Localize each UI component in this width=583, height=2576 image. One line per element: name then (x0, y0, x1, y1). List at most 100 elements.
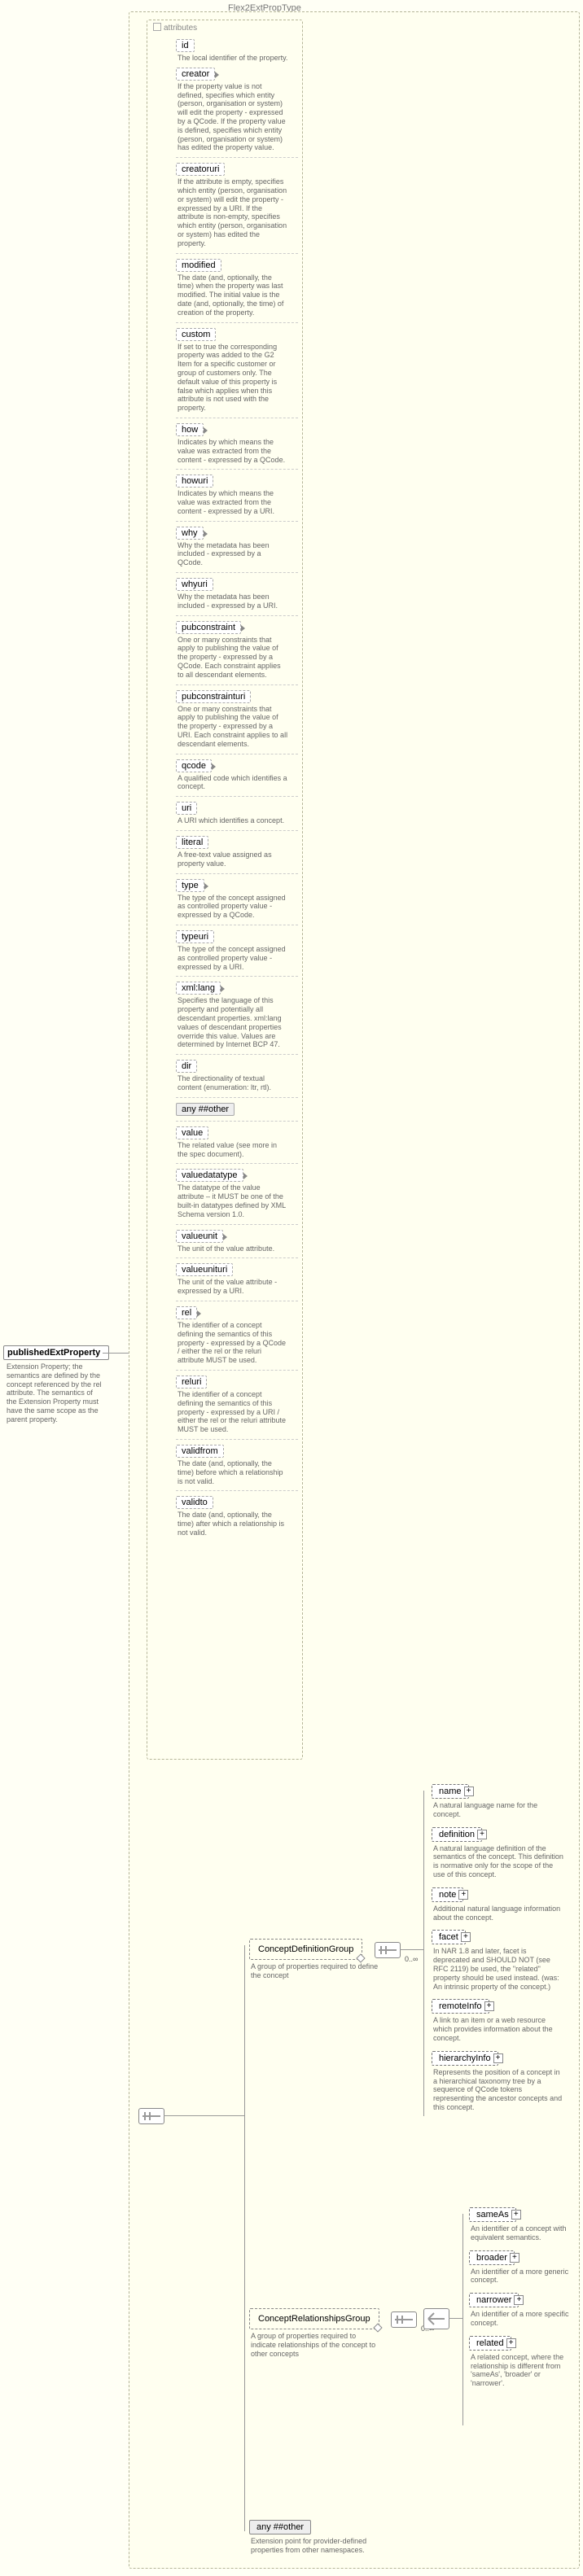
attribute-item: any ##other (176, 1097, 298, 1116)
attribute-name[interactable]: pubconstraint (176, 621, 241, 634)
connector (400, 1949, 424, 1950)
element-desc: An identifier of a more specific concept… (471, 2310, 573, 2328)
attribute-name[interactable]: dir (176, 1060, 197, 1073)
group-title[interactable]: ConceptDefinitionGroup (249, 1939, 362, 1960)
element-name[interactable]: facet+ (432, 1930, 466, 1944)
attribute-item: whyWhy the metadata has been included - … (176, 521, 298, 567)
element-name[interactable]: broader+ (469, 2250, 515, 2265)
attribute-item: valuedatatypeThe datatype of the value a… (176, 1163, 298, 1218)
group-title[interactable]: ConceptRelationshipsGroup (249, 2308, 379, 2329)
element-name[interactable]: note+ (432, 1887, 463, 1902)
attribute-item: validfromThe date (and, optionally, the … (176, 1439, 298, 1485)
attribute-name[interactable]: typeuri (176, 930, 214, 943)
connector (164, 2115, 245, 2116)
element-name[interactable]: sameAs+ (469, 2207, 516, 2222)
element-item: remoteInfo+ A link to an item or a web re… (432, 1999, 570, 2042)
attribute-desc: The identifier of a concept defining the… (178, 1321, 288, 1365)
attribute-name[interactable]: reluri (176, 1375, 207, 1389)
element-name[interactable]: remoteInfo+ (432, 1999, 489, 2014)
expand-icon[interactable]: + (477, 1830, 487, 1839)
element-name[interactable]: name+ (432, 1784, 469, 1799)
attribute-item: customIf set to true the corresponding p… (176, 322, 298, 413)
sequence-icon (138, 2108, 164, 2124)
element-name[interactable]: hierarchyInfo+ (432, 2051, 498, 2066)
attribute-name[interactable]: xml:lang (176, 982, 221, 995)
expand-icon[interactable]: + (514, 2295, 524, 2305)
any-other-box[interactable]: any ##other (249, 2520, 311, 2534)
attribute-item: literalA free-text value assigned as pro… (176, 830, 298, 868)
element-desc: An identifier of a concept with equivale… (471, 2224, 573, 2242)
element-name[interactable]: narrower+ (469, 2293, 519, 2307)
concept-definition-group: ConceptDefinitionGroup A group of proper… (249, 1939, 381, 1980)
expand-icon[interactable]: + (484, 2001, 494, 2011)
rel-children-list: sameAs+ An identifier of a concept with e… (469, 2207, 573, 2396)
attribute-name[interactable]: uri (176, 802, 197, 815)
expand-icon[interactable]: + (461, 1932, 471, 1942)
sequence-icon (391, 2311, 417, 2328)
element-desc: Represents the position of a concept in … (433, 2068, 563, 2112)
attribute-name[interactable]: custom (176, 328, 216, 341)
attribute-desc: A qualified code which identifies a conc… (178, 774, 288, 792)
expand-icon[interactable]: + (511, 2210, 521, 2220)
attribute-name[interactable]: any ##other (176, 1103, 235, 1116)
attribute-item: modifiedThe date (and, optionally, the t… (176, 253, 298, 317)
attribute-name[interactable]: creatoruri (176, 163, 225, 176)
element-name[interactable]: definition+ (432, 1827, 482, 1842)
attribute-desc: The local identifier of the property. (178, 54, 288, 63)
attribute-item: valueunituri The unit of the value attrib… (176, 1257, 298, 1296)
attribute-desc: Why the metadata has been included - exp… (178, 593, 288, 610)
expand-icon[interactable]: + (458, 1890, 468, 1900)
attribute-name[interactable]: how (176, 423, 204, 436)
element-item: note+Additional natural language informa… (432, 1887, 570, 1922)
attribute-desc: The date (and, optionally, the time) aft… (178, 1511, 288, 1537)
attribute-name[interactable]: type (176, 879, 204, 892)
attribute-item: howuriIndicates by which means the value… (176, 469, 298, 515)
attribute-item: value The related value (see more in the … (176, 1121, 298, 1159)
any-other-desc: Extension point for provider-defined pro… (251, 2537, 381, 2555)
attribute-name[interactable]: literal (176, 836, 208, 849)
expand-icon[interactable]: + (493, 2053, 503, 2063)
attribute-name[interactable]: whyuri (176, 578, 213, 591)
attribute-name[interactable]: modified (176, 259, 221, 272)
element-desc: In NAR 1.8 and later, facet is deprecate… (433, 1947, 563, 1991)
element-desc: A natural language definition of the sem… (433, 1844, 563, 1879)
diagram-canvas: Flex2ExtPropType publishedExtProperty Ex… (0, 0, 583, 2576)
connector (244, 1945, 245, 2531)
attribute-desc: The unit of the value attribute. (178, 1244, 288, 1253)
connector (449, 2318, 463, 2319)
attribute-item: typeuriThe type of the concept assigned … (176, 925, 298, 971)
attribute-item: reluriThe identifier of a concept defini… (176, 1370, 298, 1434)
element-item: hierarchyInfo+ Represents the position of… (432, 2051, 570, 2112)
attribute-name[interactable]: valueunituri (176, 1263, 233, 1276)
expand-icon[interactable]: + (464, 1787, 474, 1796)
root-element-desc: Extension Property; the semantics are de… (3, 1361, 107, 1426)
attribute-name[interactable]: howuri (176, 475, 213, 488)
element-desc: A link to an item or a web resource whic… (433, 2016, 563, 2042)
sequence-icon (375, 1942, 401, 1958)
attribute-item: pubconstrainturiOne or many constraints … (176, 684, 298, 749)
group-label-text: ConceptDefinitionGroup (258, 1944, 353, 1954)
attribute-name[interactable]: validto (176, 1496, 213, 1509)
attribute-name[interactable]: pubconstrainturi (176, 690, 251, 703)
expand-icon[interactable]: + (506, 2338, 516, 2348)
attribute-desc: Indicates by which means the value was e… (178, 489, 288, 515)
root-element[interactable]: publishedExtProperty (3, 1345, 109, 1360)
attribute-item: dirThe directionality of textual content… (176, 1054, 298, 1092)
element-desc: A related concept, where the relationshi… (471, 2353, 573, 2388)
attribute-name[interactable]: rel (176, 1306, 197, 1319)
attribute-desc: The related value (see more in the spec … (178, 1141, 288, 1159)
attribute-desc: The type of the concept assigned as cont… (178, 894, 288, 920)
attribute-name[interactable]: valueunit (176, 1230, 223, 1243)
expand-icon[interactable]: + (510, 2253, 519, 2263)
attribute-desc: The unit of the value attribute - expres… (178, 1278, 288, 1296)
element-item: definition+ A natural language definition… (432, 1827, 570, 1879)
attribute-name[interactable]: id (176, 39, 195, 52)
attribute-name[interactable]: validfrom (176, 1445, 224, 1458)
element-name[interactable]: related+ (469, 2336, 511, 2351)
attribute-name[interactable]: value (176, 1126, 208, 1139)
attribute-item: pubconstraintOne or many constraints tha… (176, 615, 298, 680)
attribute-name[interactable]: why (176, 527, 204, 540)
attribute-name[interactable]: valuedatatype (176, 1169, 243, 1182)
attribute-name[interactable]: creator (176, 68, 215, 81)
attribute-name[interactable]: qcode (176, 759, 212, 772)
